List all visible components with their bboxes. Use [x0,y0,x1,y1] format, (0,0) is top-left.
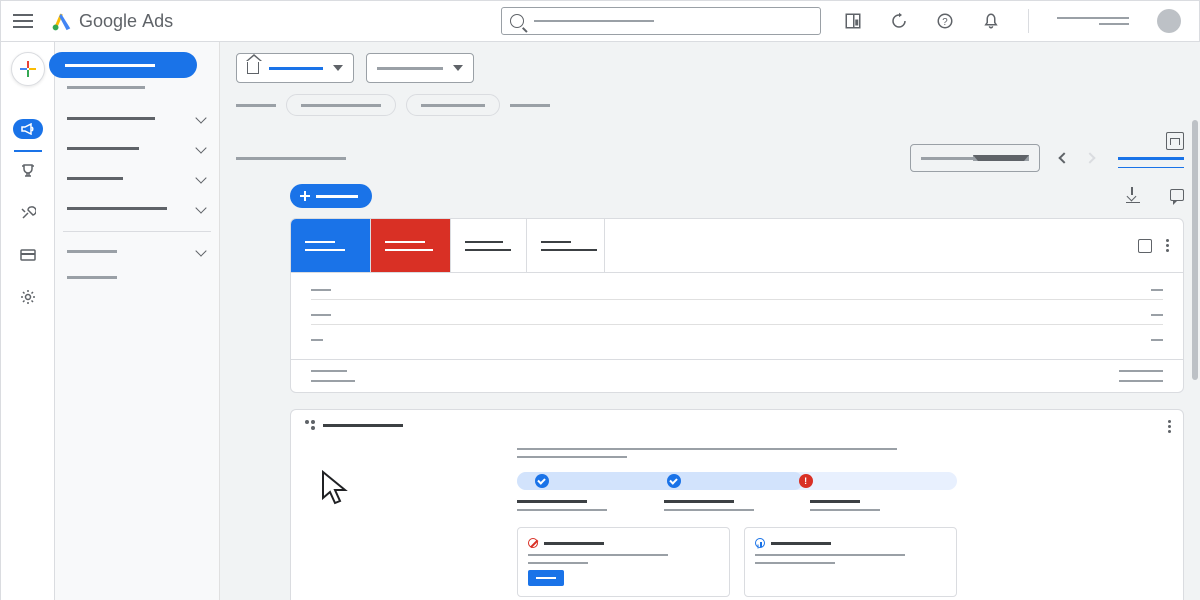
notifications-icon[interactable] [982,12,1000,30]
step-done-icon [667,474,681,488]
chevron-down-icon [195,142,206,153]
card-menu-icon[interactable] [1168,420,1171,433]
chevron-down-icon [195,245,206,256]
tools-icon [20,205,36,221]
step-col [810,500,957,511]
step-col [517,500,664,511]
save-view-icon[interactable] [1166,132,1184,150]
app-header: Google Ads ? [0,0,1200,42]
filter-chip[interactable] [406,94,500,116]
recommendation-card[interactable] [517,527,730,597]
blocked-icon [528,538,538,548]
card-icon [20,249,36,261]
home-icon [247,62,259,74]
dropdown-icon [453,65,463,71]
dropdown-icon [333,65,343,71]
action-row [220,184,1200,218]
plus-icon [300,191,310,201]
tab-impressions[interactable] [371,219,451,273]
scorecard-footer [291,359,1183,392]
recommendations-icon [305,420,315,430]
ads-logo-icon [51,10,73,32]
nav-overview[interactable] [49,52,197,78]
recommendation-card[interactable] [744,527,957,597]
step-col [664,500,811,511]
create-button[interactable] [11,52,45,86]
user-avatar[interactable] [1157,9,1181,33]
fix-it-button[interactable] [528,570,564,586]
new-campaign-button[interactable] [290,184,372,208]
campaign-selector[interactable] [366,53,474,83]
search-icon [510,14,524,28]
dropdown-icon [973,155,1029,161]
card-intro [517,448,957,458]
filter-label [236,104,276,107]
download-icon[interactable] [1126,189,1140,203]
vertical-scrollbar[interactable] [1192,120,1198,380]
setup-steps [517,500,957,511]
rail-goals[interactable] [0,150,55,192]
cursor-illustration [321,470,351,506]
breadcrumb-row [220,42,1200,94]
filter-chip[interactable] [286,94,396,116]
rail-billing[interactable] [0,234,55,276]
chevron-down-icon [195,172,206,183]
rail-campaigns[interactable] [0,108,55,150]
global-search[interactable] [501,7,821,35]
search-placeholder [534,20,654,22]
chevron-down-icon [195,112,206,123]
product-name: Google Ads [79,11,173,32]
gear-icon [20,289,36,305]
card-header [305,420,1169,430]
account-switcher[interactable] [1057,17,1129,25]
setup-progress: ! [517,472,957,490]
step-done-icon [535,474,549,488]
date-prev[interactable] [1054,148,1074,168]
rail-tools[interactable] [0,192,55,234]
nav-group-insights[interactable] [55,103,219,133]
expand-icon[interactable] [1138,239,1152,253]
tab-clicks[interactable] [291,219,371,273]
feedback-icon[interactable] [1170,189,1184,201]
main-menu-icon[interactable] [13,14,33,28]
tab-cpc[interactable] [451,219,527,273]
secondary-nav [55,42,220,600]
setup-card: ! [290,409,1184,600]
nav-recommendations[interactable] [67,86,145,89]
nav-group-adgroups[interactable] [55,163,219,193]
add-filter[interactable] [510,104,550,107]
scorecard [290,218,1184,393]
plus-icon [19,60,37,78]
chart-icon [755,538,765,548]
step-error-icon: ! [799,474,813,488]
nav-item-more[interactable] [55,240,219,262]
page-title [236,157,346,160]
nav-group-campaigns[interactable] [55,133,219,163]
help-icon[interactable]: ? [936,12,954,30]
date-next[interactable] [1080,148,1100,168]
reports-icon[interactable] [844,12,862,30]
product-logo[interactable]: Google Ads [51,10,173,32]
date-range-picker[interactable] [910,144,1040,172]
show-all-link[interactable] [1118,157,1184,160]
page-title-row [220,124,1200,184]
megaphone-icon [21,123,35,135]
refresh-icon[interactable] [890,12,908,30]
tab-cost[interactable] [527,219,605,273]
nav-group-audiences[interactable] [55,193,219,223]
scorecard-chart [291,273,1183,359]
left-rail [0,42,55,600]
trophy-icon [20,163,36,179]
svg-text:?: ? [942,17,948,28]
main-content: ! [220,42,1200,600]
filter-bar [220,94,1200,124]
rail-settings[interactable] [0,276,55,318]
more-menu-icon[interactable] [1166,239,1169,252]
metric-tabs [291,219,1183,273]
nav-item-settings[interactable] [67,276,117,279]
account-selector[interactable] [236,53,354,83]
chevron-down-icon [195,202,206,213]
